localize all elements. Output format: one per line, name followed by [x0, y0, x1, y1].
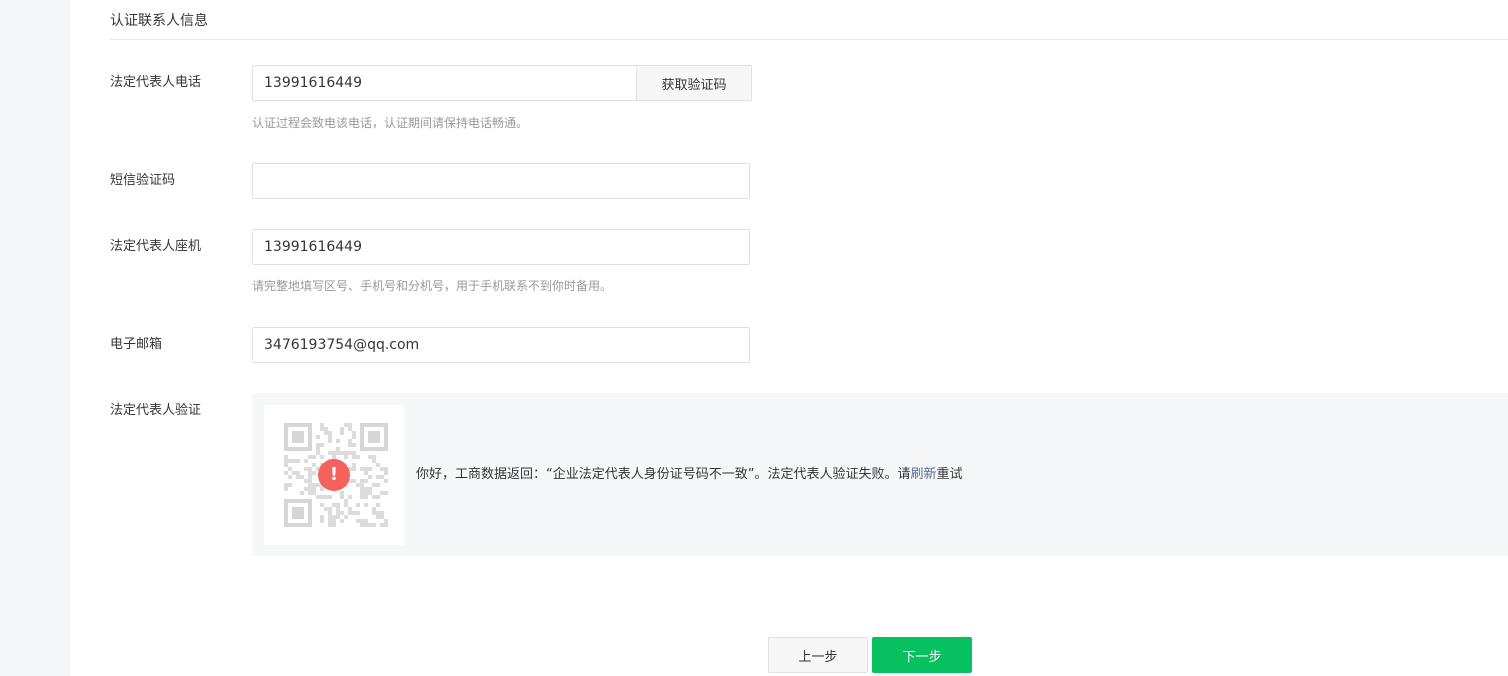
verification-panel: ! 你好，工商数据返回：“企业法定代表人身份证号码不一致”。法定代表人验证失败。…: [252, 393, 1508, 556]
email-input[interactable]: [252, 327, 750, 363]
landline-label: 法定代表人座机: [110, 239, 202, 254]
phone-label: 法定代表人电话: [110, 75, 202, 90]
section-title: 认证联系人信息: [110, 13, 208, 29]
left-gutter: [0, 0, 70, 676]
verification-message-prefix: 你好，工商数据返回：“企业法定代表人身份证号码不一致”。法定代表人验证失败。请: [416, 467, 911, 482]
email-label: 电子邮箱: [110, 337, 163, 352]
error-icon: !: [318, 459, 350, 491]
verification-message-suffix: 重试: [936, 467, 963, 482]
refresh-link[interactable]: 刷新: [910, 467, 936, 482]
sms-code-input[interactable]: [252, 163, 750, 199]
phone-input[interactable]: [252, 65, 637, 101]
page: 认证联系人信息 法定代表人电话 获取验证码 认证过程会致电该电话，认证期间请保持…: [0, 0, 1508, 676]
sms-code-label: 短信验证码: [110, 173, 176, 188]
landline-hint: 请完整地填写区号、手机号和分机号，用于手机联系不到你时备用。: [252, 279, 613, 293]
get-code-button[interactable]: 获取验证码: [636, 65, 752, 101]
next-step-button[interactable]: 下一步: [872, 637, 972, 673]
prev-step-button[interactable]: 上一步: [768, 637, 868, 673]
qr-code-card: !: [264, 405, 404, 545]
verification-label: 法定代表人验证: [110, 403, 202, 418]
verification-message: 你好，工商数据返回：“企业法定代表人身份证号码不一致”。法定代表人验证失败。请刷…: [416, 465, 963, 485]
landline-input[interactable]: [252, 229, 750, 265]
phone-hint: 认证过程会致电该电话，认证期间请保持电话畅通。: [252, 116, 529, 130]
section-divider: [110, 39, 1508, 40]
